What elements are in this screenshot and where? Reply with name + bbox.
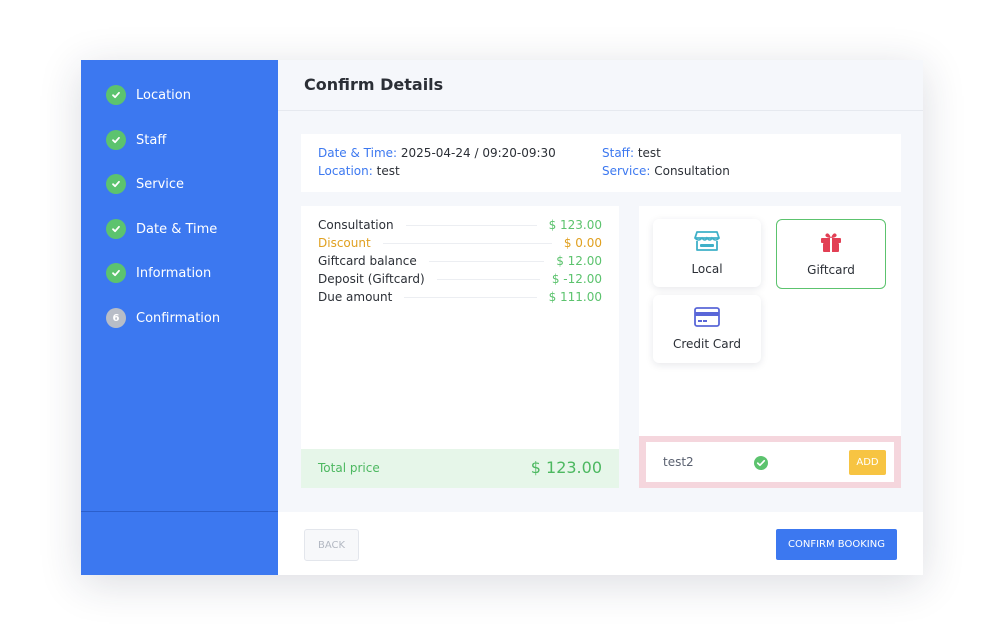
- location-label: Location:: [318, 164, 373, 178]
- cost-value: $ -12.00: [551, 272, 602, 286]
- step-location[interactable]: Location: [106, 84, 191, 106]
- step-label: Staff: [136, 132, 167, 148]
- cost-name: Consultation: [318, 218, 394, 232]
- payment-giftcard[interactable]: Giftcard: [776, 219, 886, 289]
- leader-line: [405, 224, 537, 226]
- staff-value: test: [637, 146, 661, 160]
- check-icon: [106, 263, 126, 283]
- total-value: $ 123.00: [530, 458, 602, 477]
- confirm-booking-button[interactable]: CONFIRM BOOKING: [776, 529, 897, 560]
- back-button[interactable]: BACK: [304, 529, 359, 561]
- payment-local[interactable]: Local: [653, 219, 761, 287]
- check-icon: [106, 130, 126, 150]
- cost-row-giftcard-balance: Giftcard balance $ 12.00: [318, 253, 602, 269]
- booking-window: Location Staff Service Date & Time Infor…: [81, 60, 923, 575]
- cost-name: Deposit (Giftcard): [318, 272, 425, 286]
- check-icon: [106, 219, 126, 239]
- step-label: Information: [136, 265, 212, 281]
- cost-name: Discount: [318, 236, 371, 250]
- leader-line: [428, 260, 545, 262]
- service-value: Consultation: [654, 164, 730, 178]
- check-icon: [106, 174, 126, 194]
- leader-line: [404, 296, 537, 298]
- staff-line: Staff: test: [602, 146, 661, 160]
- cost-value: $ 12.00: [556, 254, 602, 268]
- leader-line: [382, 242, 552, 244]
- booking-summary: Date & Time: 2025-04-24 / 09:20-09:30 Lo…: [301, 134, 901, 192]
- gift-icon: [820, 231, 842, 257]
- total-label: Total price: [318, 461, 380, 475]
- check-icon: [106, 85, 126, 105]
- staff-label: Staff:: [602, 146, 634, 160]
- payment-label: Local: [691, 262, 723, 276]
- payment-credit-card[interactable]: Credit Card: [653, 295, 761, 363]
- payment-label: Giftcard: [807, 263, 855, 277]
- cost-row-due-amount: Due amount $ 111.00: [318, 289, 602, 305]
- giftcard-entry: test2 ADD: [639, 436, 901, 488]
- giftcard-row: test2 ADD: [646, 442, 894, 482]
- cost-row-deposit: Deposit (Giftcard) $ -12.00: [318, 271, 602, 287]
- step-information[interactable]: Information: [106, 262, 211, 284]
- add-giftcard-button[interactable]: ADD: [849, 450, 886, 475]
- giftcard-code: test2: [663, 455, 694, 469]
- store-icon: [694, 230, 720, 256]
- steps-sidebar: Location Staff Service Date & Time Infor…: [81, 60, 278, 575]
- credit-card-icon: [694, 307, 720, 331]
- cost-row-consultation: Consultation $ 123.00: [318, 217, 602, 233]
- payment-label: Credit Card: [673, 337, 741, 351]
- cost-value: $ 0.00: [563, 236, 602, 250]
- leader-line: [436, 278, 540, 280]
- cost-breakdown: Consultation $ 123.00 Discount $ 0.00 Gi…: [301, 206, 619, 488]
- step-label: Service: [136, 176, 185, 192]
- total-price-bar: Total price $ 123.00: [301, 449, 619, 488]
- step-staff[interactable]: Staff: [106, 129, 166, 151]
- step-label: Location: [136, 87, 191, 103]
- page-title: Confirm Details: [304, 75, 444, 94]
- cost-value: $ 123.00: [548, 218, 602, 232]
- service-label: Service:: [602, 164, 651, 178]
- cost-value: $ 111.00: [548, 290, 602, 304]
- main-panel: Confirm Details Date & Time: 2025-04-24 …: [278, 60, 923, 575]
- datetime-value: 2025-04-24 / 09:20-09:30: [400, 146, 556, 160]
- cost-name: Giftcard balance: [318, 254, 417, 268]
- step-number-badge: 6: [106, 308, 126, 328]
- datetime-line: Date & Time: 2025-04-24 / 09:20-09:30: [318, 146, 556, 160]
- step-service[interactable]: Service: [106, 173, 184, 195]
- step-date-time[interactable]: Date & Time: [106, 218, 217, 240]
- cost-name: Due amount: [318, 290, 393, 304]
- sidebar-divider: [81, 511, 278, 512]
- location-value: test: [376, 164, 400, 178]
- step-label: Confirmation: [136, 310, 221, 326]
- header: Confirm Details: [278, 60, 923, 111]
- step-confirmation[interactable]: 6 Confirmation: [106, 307, 220, 329]
- footer-actions: BACK CONFIRM BOOKING: [278, 512, 923, 575]
- service-line: Service: Consultation: [602, 164, 730, 178]
- step-label: Date & Time: [136, 221, 218, 237]
- location-line: Location: test: [318, 164, 400, 178]
- datetime-label: Date & Time:: [318, 146, 398, 160]
- check-circle-icon: [754, 455, 768, 474]
- cost-row-discount: Discount $ 0.00: [318, 235, 602, 251]
